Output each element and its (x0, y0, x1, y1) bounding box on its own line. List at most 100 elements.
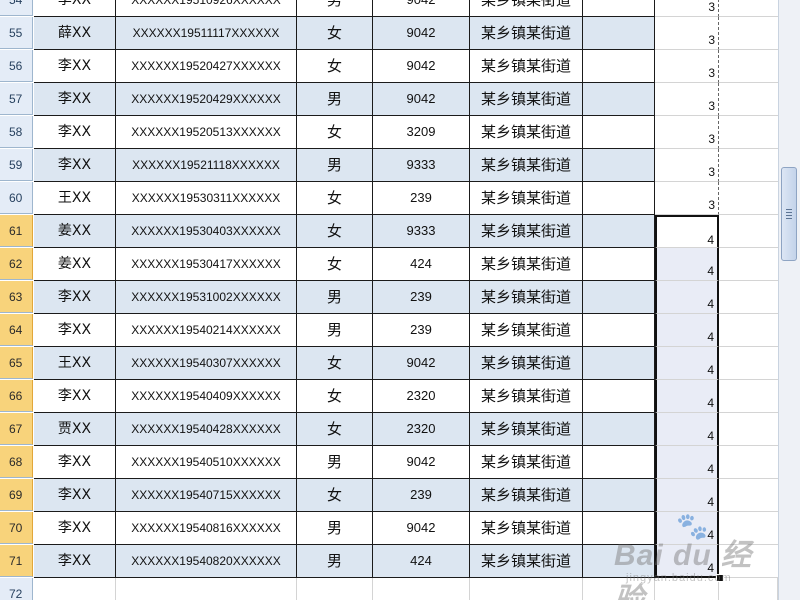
cell-empty[interactable] (583, 578, 655, 600)
cell-empty[interactable] (719, 182, 778, 215)
cell-gender[interactable]: 男 (297, 545, 373, 578)
cell-empty[interactable] (719, 446, 778, 479)
cell-name[interactable]: 李XX (34, 446, 116, 479)
cell-number[interactable]: 9042 (373, 83, 470, 116)
cell-blank[interactable] (583, 413, 655, 446)
cell-empty[interactable] (719, 149, 778, 182)
row-header[interactable]: 68 (0, 446, 33, 478)
cell-name[interactable]: 李XX (34, 545, 116, 578)
cell-id-number[interactable]: XXXXXX19540428XXXXXX (116, 413, 297, 446)
cell-number[interactable]: 3209 (373, 116, 470, 149)
row-header[interactable]: 65 (0, 347, 33, 379)
cell-number[interactable]: 9333 (373, 215, 470, 248)
cell-address[interactable]: 某乡镇某街道 (470, 248, 583, 281)
cell-blank[interactable] (583, 248, 655, 281)
cell-address[interactable]: 某乡镇某街道 (470, 380, 583, 413)
cell-number[interactable]: 9042 (373, 50, 470, 83)
cell-name[interactable]: 李XX (34, 83, 116, 116)
row-header[interactable]: 60 (0, 182, 33, 214)
cell-gender[interactable]: 女 (297, 215, 373, 248)
cell-address[interactable]: 某乡镇某街道 (470, 50, 583, 83)
cell-blank[interactable] (583, 380, 655, 413)
row-header[interactable]: 69 (0, 479, 33, 511)
cell-empty[interactable] (719, 215, 778, 248)
cell-empty[interactable] (719, 248, 778, 281)
cell-id-number[interactable]: XXXXXX19520427XXXXXX (116, 50, 297, 83)
cell-gender[interactable]: 女 (297, 380, 373, 413)
cell-address[interactable]: 某乡镇某街道 (470, 83, 583, 116)
cell-id-number[interactable]: XXXXXX19510926XXXXXX (116, 0, 297, 17)
row-header[interactable]: 70 (0, 512, 33, 544)
cell-empty[interactable] (34, 578, 116, 600)
cell-empty[interactable] (655, 578, 719, 600)
cell-blank[interactable] (583, 347, 655, 380)
cell-level[interactable]: 3 (655, 17, 719, 50)
cell-address[interactable]: 某乡镇某街道 (470, 116, 583, 149)
cell-empty[interactable] (470, 578, 583, 600)
row-header[interactable]: 67 (0, 413, 33, 445)
worksheet-grid[interactable]: 54李XXXXXXXX19510926XXXXXX男9042某乡镇某街道355薛… (0, 0, 778, 600)
cell-name[interactable]: 薛XX (34, 17, 116, 50)
cell-blank[interactable] (583, 512, 655, 545)
cell-number[interactable]: 424 (373, 545, 470, 578)
cell-number[interactable]: 239 (373, 182, 470, 215)
cell-level[interactable]: 3 (655, 149, 719, 182)
cell-id-number[interactable]: XXXXXX19520429XXXXXX (116, 83, 297, 116)
cell-gender[interactable]: 男 (297, 0, 373, 17)
cell-empty[interactable] (116, 578, 297, 600)
cell-id-number[interactable]: XXXXXX19540816XXXXXX (116, 512, 297, 545)
cell-number[interactable]: 2320 (373, 380, 470, 413)
cell-number[interactable]: 9333 (373, 149, 470, 182)
cell-name[interactable]: 李XX (34, 0, 116, 17)
cell-id-number[interactable]: XXXXXX19521118XXXXXX (116, 149, 297, 182)
cell-id-number[interactable]: XXXXXX19511117XXXXXX (116, 17, 297, 50)
cell-empty[interactable] (373, 578, 470, 600)
row-header[interactable]: 59 (0, 149, 33, 181)
vertical-scrollbar[interactable] (778, 0, 800, 600)
selected-cell-level[interactable]: 4 (655, 446, 719, 479)
cell-address[interactable]: 某乡镇某街道 (470, 347, 583, 380)
cell-empty[interactable] (719, 380, 778, 413)
cell-number[interactable]: 239 (373, 314, 470, 347)
cell-number[interactable]: 9042 (373, 17, 470, 50)
cell-address[interactable]: 某乡镇某街道 (470, 446, 583, 479)
cell-gender[interactable]: 女 (297, 413, 373, 446)
scrollbar-thumb[interactable] (781, 167, 797, 261)
cell-gender[interactable]: 男 (297, 281, 373, 314)
cell-empty[interactable] (719, 479, 778, 512)
cell-blank[interactable] (583, 0, 655, 17)
selected-cell-level[interactable]: 4 (655, 512, 719, 545)
row-header[interactable]: 71 (0, 545, 33, 577)
cell-blank[interactable] (583, 116, 655, 149)
cell-name[interactable]: 李XX (34, 380, 116, 413)
cell-name[interactable]: 王XX (34, 182, 116, 215)
cell-empty[interactable] (297, 578, 373, 600)
cell-name[interactable]: 李XX (34, 512, 116, 545)
row-header[interactable]: 55 (0, 17, 33, 49)
selected-cell-level[interactable]: 4 (655, 281, 719, 314)
cell-empty[interactable] (719, 281, 778, 314)
cell-gender[interactable]: 女 (297, 479, 373, 512)
cell-blank[interactable] (583, 281, 655, 314)
cell-level[interactable]: 3 (655, 83, 719, 116)
cell-empty[interactable] (719, 0, 778, 17)
cell-level[interactable]: 3 (655, 0, 719, 17)
row-header[interactable]: 63 (0, 281, 33, 313)
cell-empty[interactable] (719, 512, 778, 545)
selected-cell-level[interactable]: 4 (655, 479, 719, 512)
cell-level[interactable]: 3 (655, 182, 719, 215)
cell-gender[interactable]: 女 (297, 116, 373, 149)
cell-id-number[interactable]: XXXXXX19540820XXXXXX (116, 545, 297, 578)
cell-id-number[interactable]: XXXXXX19540510XXXXXX (116, 446, 297, 479)
cell-number[interactable]: 239 (373, 479, 470, 512)
cell-gender[interactable]: 女 (297, 248, 373, 281)
cell-empty[interactable] (719, 578, 778, 600)
cell-name[interactable]: 李XX (34, 314, 116, 347)
selected-cell-level[interactable]: 4 (655, 545, 719, 578)
cell-number[interactable]: 9042 (373, 0, 470, 17)
cell-address[interactable]: 某乡镇某街道 (470, 281, 583, 314)
cell-address[interactable]: 某乡镇某街道 (470, 149, 583, 182)
row-header[interactable]: 58 (0, 116, 33, 148)
cell-gender[interactable]: 女 (297, 182, 373, 215)
cell-address[interactable]: 某乡镇某街道 (470, 413, 583, 446)
